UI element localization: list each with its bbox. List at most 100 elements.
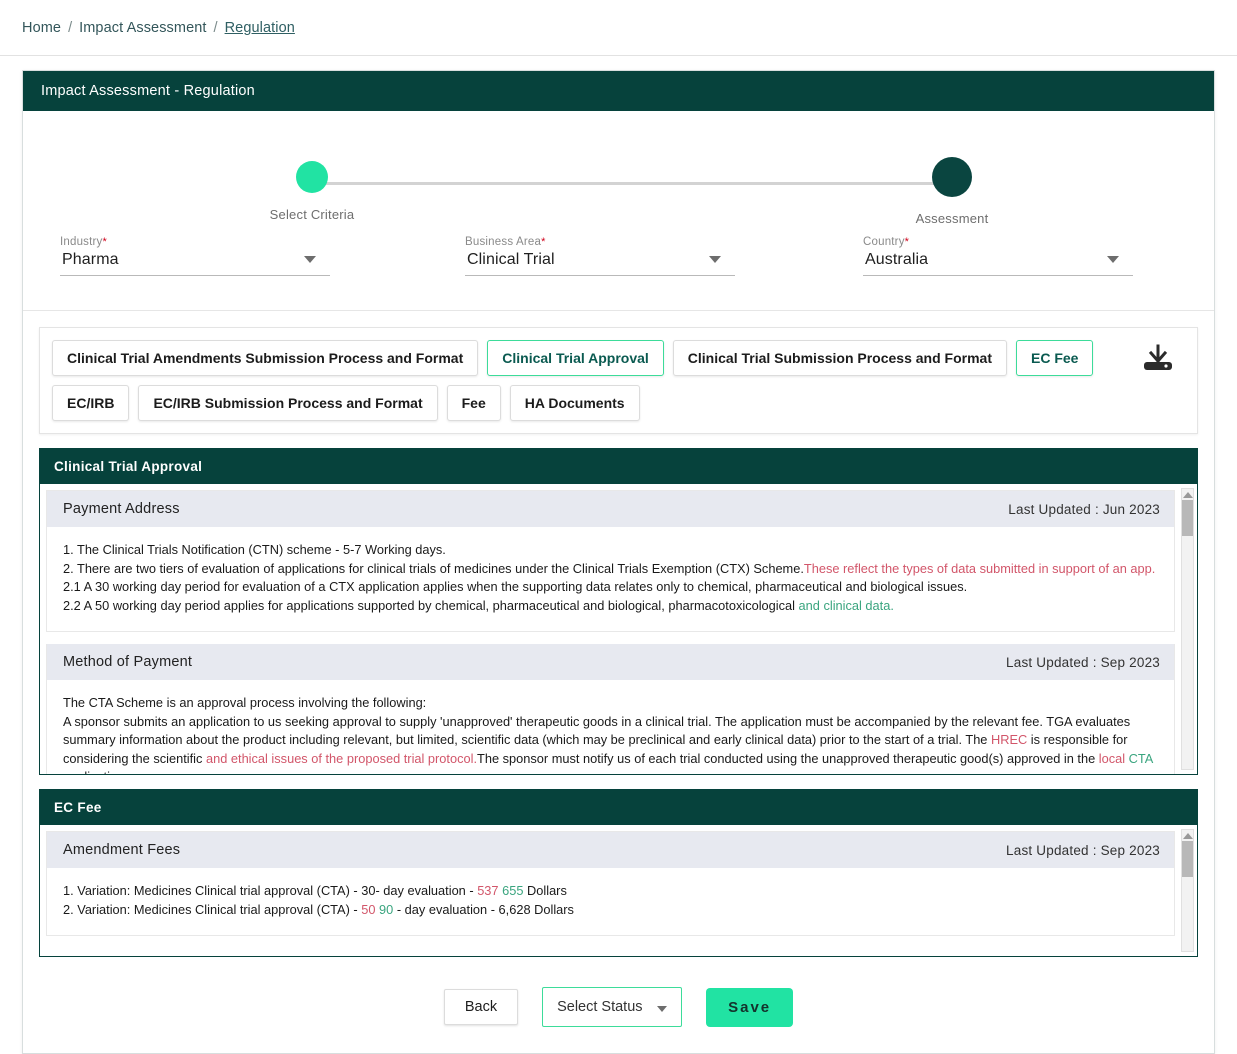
content-section-title: Payment Address xyxy=(63,501,180,517)
content-text-red: These reflect the types of data submitte… xyxy=(803,560,1156,576)
content-text-red: 537 xyxy=(477,883,499,898)
status-select[interactable]: Select Status xyxy=(542,987,683,1027)
scrollbar-thumb[interactable] xyxy=(1182,841,1193,877)
last-updated-label: Last Updated : Jun 2023 xyxy=(1008,501,1160,517)
scroll-up-arrow-icon[interactable] xyxy=(1182,833,1193,839)
required-asterisk: * xyxy=(904,236,910,248)
result-panel: Clinical Trial Approval Payment Address La… xyxy=(39,448,1198,775)
breadcrumb: Home / Impact Assessment / Regulation xyxy=(0,0,1237,56)
filter-row: Industry* Pharma Business Area* Clinical… xyxy=(23,226,1214,310)
country-select[interactable]: Country* Australia xyxy=(863,236,1133,276)
industry-select[interactable]: Industry* Pharma xyxy=(60,236,330,276)
content-line: 2.1 A 30 working day period for evaluati… xyxy=(63,578,1158,597)
industry-label: Industry* xyxy=(60,236,330,248)
back-button[interactable]: Back xyxy=(443,989,519,1025)
topic-chip-panel: Clinical Trial Amendments Submission Pro… xyxy=(39,327,1198,434)
content-section: Payment Address Last Updated : Jun 2023 1.… xyxy=(46,490,1175,632)
stepper-dot-current xyxy=(932,157,972,197)
topic-chip[interactable]: Clinical Trial Approval xyxy=(487,340,664,376)
content-line: 2. Variation: Medicines Clinical trial a… xyxy=(63,901,1158,920)
topic-chip[interactable]: Clinical Trial Submission Process and Fo… xyxy=(672,340,1007,376)
business-area-label-text: Business Area xyxy=(465,236,542,248)
content-section-header: Payment Address Last Updated : Jun 2023 xyxy=(47,491,1174,527)
content-line: A sponsor submits an application to us s… xyxy=(63,713,1158,775)
content-section-title: Method of Payment xyxy=(63,654,193,670)
result-panels: Clinical Trial Approval Payment Address La… xyxy=(23,448,1214,957)
content-text-red: local xyxy=(1098,750,1126,766)
content-section-header: Method of Payment Last Updated : Sep 2023 xyxy=(47,644,1174,680)
breadcrumb-item-impact-assessment[interactable]: Impact Assessment xyxy=(79,20,206,36)
chevron-down-icon[interactable] xyxy=(709,256,721,263)
stepper-label-select-criteria: Select Criteria xyxy=(269,207,355,222)
topic-chip[interactable]: EC Fee xyxy=(1016,340,1094,376)
business-area-select[interactable]: Business Area* Clinical Trial xyxy=(465,236,735,276)
results-area: Clinical Trial Amendments Submission Pro… xyxy=(23,310,1214,1053)
content-text-green: 90 xyxy=(375,901,394,917)
content-text: A sponsor submits an application to us s… xyxy=(63,713,1131,748)
content-line: 1. Variation: Medicines Clinical trial a… xyxy=(63,882,1158,901)
breadcrumb-separator: / xyxy=(213,19,218,36)
content-line: 1. The Clinical Trials Notification (CTN… xyxy=(63,541,1158,560)
content-text-green: 655 xyxy=(498,883,524,898)
topic-chip[interactable]: Clinical Trial Amendments Submission Pro… xyxy=(52,340,479,376)
country-value: Australia xyxy=(863,248,1133,276)
chevron-down-icon xyxy=(657,1006,668,1012)
last-updated-label: Last Updated : Sep 2023 xyxy=(1006,842,1160,858)
result-panel: EC Fee Amendment Fees Last Updated : Sep 2… xyxy=(39,789,1198,957)
content-line: 2. There are two tiers of evaluation of … xyxy=(63,560,1158,579)
vertical-scrollbar[interactable] xyxy=(1181,829,1194,952)
status-select-value: Select Status xyxy=(557,999,643,1015)
stepper-step-assessment[interactable]: Assessment xyxy=(887,157,1017,226)
content-line: 2.2 A 50 working day period applies for … xyxy=(63,597,1158,616)
content-text: 2. Variation: Medicines Clinical trial a… xyxy=(63,901,362,917)
result-panel-body: Payment Address Last Updated : Jun 2023 1.… xyxy=(40,484,1197,774)
breadcrumb-item-regulation[interactable]: Regulation xyxy=(225,20,295,36)
country-label-text: Country xyxy=(863,236,905,248)
vertical-scrollbar[interactable] xyxy=(1181,488,1194,770)
industry-value: Pharma xyxy=(60,248,330,276)
content-section-body: The CTA Scheme is an approval process in… xyxy=(47,680,1174,774)
stepper-connector-line xyxy=(313,182,953,185)
content-line: The CTA Scheme is an approval process in… xyxy=(63,694,1158,713)
business-area-value: Clinical Trial xyxy=(465,248,735,276)
content-section-title: Amendment Fees xyxy=(63,842,181,858)
content-text: 2. There are two tiers of evaluation of … xyxy=(63,560,804,576)
content-section-body: 1. Variation: Medicines Clinical trial a… xyxy=(47,868,1174,935)
content-text-red: and ethical issues of the proposed trial… xyxy=(205,750,478,766)
chevron-down-icon[interactable] xyxy=(304,256,316,263)
download-icon[interactable] xyxy=(1141,342,1175,374)
result-panel-title: Clinical Trial Approval xyxy=(40,449,1197,484)
content-text-green: and clinical data. xyxy=(798,597,894,613)
breadcrumb-item-home[interactable]: Home xyxy=(22,20,61,36)
progress-stepper: Select Criteria Assessment xyxy=(23,111,1214,226)
business-area-label: Business Area* xyxy=(465,236,735,248)
content-text: Dollars xyxy=(523,883,567,898)
action-bar: Back Select Status Save xyxy=(23,965,1214,1053)
content-text: The sponsor must notify us of each trial… xyxy=(477,750,1099,766)
stepper-step-select-criteria[interactable]: Select Criteria xyxy=(247,161,377,222)
industry-label-text: Industry xyxy=(60,236,103,248)
topic-chip[interactable]: Fee xyxy=(446,385,501,421)
topic-chip[interactable]: EC/IRB Submission Process and Format xyxy=(138,385,438,421)
stepper-label-assessment: Assessment xyxy=(915,211,989,226)
stepper-dot-completed xyxy=(296,161,328,193)
content-section-body: 1. The Clinical Trials Notification (CTN… xyxy=(47,527,1174,631)
content-section-header: Amendment Fees Last Updated : Sep 2023 xyxy=(47,832,1174,868)
content-section: Amendment Fees Last Updated : Sep 2023 1. … xyxy=(46,831,1175,936)
page-title: Impact Assessment - Regulation xyxy=(23,71,1214,111)
content-text: application. xyxy=(63,769,128,774)
content-text-red: HREC xyxy=(990,732,1028,747)
content-text: The CTA Scheme is an approval process in… xyxy=(63,695,427,710)
scroll-up-arrow-icon[interactable] xyxy=(1182,492,1193,498)
content-text: 2.1 A 30 working day period for evaluati… xyxy=(63,579,968,594)
content-section: Method of Payment Last Updated : Sep 2023… xyxy=(46,644,1175,774)
topic-chip[interactable]: EC/IRB xyxy=(52,385,130,421)
last-updated-label: Last Updated : Sep 2023 xyxy=(1006,654,1160,670)
required-asterisk: * xyxy=(102,236,107,248)
content-text: - day evaluation - 6,628 Dollars xyxy=(393,901,574,917)
save-button[interactable]: Save xyxy=(706,987,794,1027)
topic-chip[interactable]: HA Documents xyxy=(509,385,640,421)
chevron-down-icon[interactable] xyxy=(1107,256,1119,263)
scrollbar-thumb[interactable] xyxy=(1182,500,1193,536)
content-text-red: 50 xyxy=(361,901,376,917)
